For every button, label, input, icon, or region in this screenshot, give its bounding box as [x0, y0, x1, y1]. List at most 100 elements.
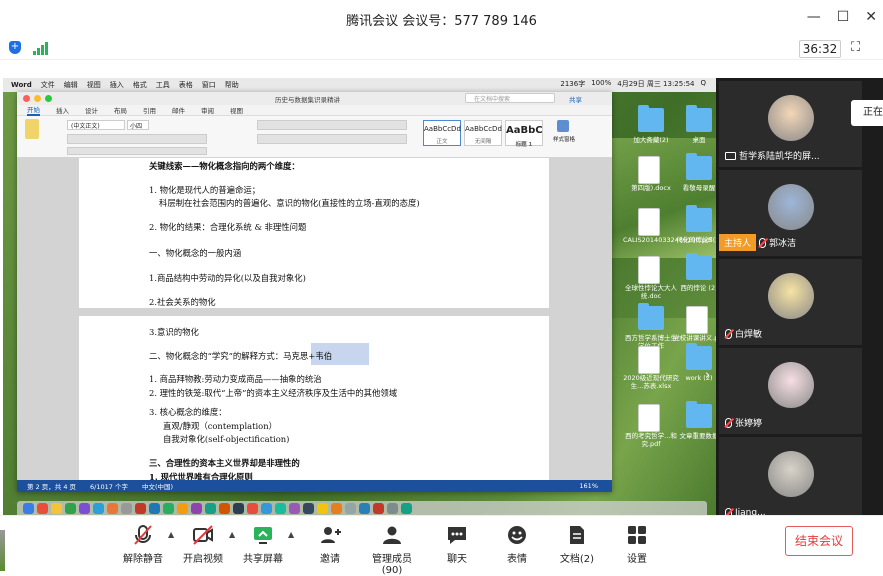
chevron-up-icon[interactable]: ▲ — [288, 530, 294, 539]
style-gallery-item[interactable]: AaBbCcDd 正文 — [423, 120, 461, 146]
toolbar-button[interactable]: 表情 — [487, 524, 547, 565]
chevron-up-icon[interactable]: ▲ — [168, 530, 174, 539]
document-file-icon[interactable] — [638, 156, 660, 184]
minimize-icon[interactable]: — — [807, 9, 821, 25]
dock-app-icon[interactable] — [37, 502, 48, 514]
document-file-icon[interactable] — [638, 256, 660, 284]
folder-icon[interactable] — [686, 105, 712, 132]
mac-menu-item[interactable]: 工具 — [156, 80, 170, 90]
dock-app-icon[interactable] — [65, 502, 76, 514]
toolbar-button[interactable]: 管理成员(90) — [362, 524, 422, 576]
document-line[interactable]: 2. 物化的结果：合理化系统 & 非理性问题 — [149, 221, 306, 233]
document-line[interactable]: 1. 现代世界唯有合理化原则 — [149, 471, 253, 480]
participant-tile[interactable]: 哲学系陆凯华的屏... — [719, 81, 862, 167]
document-file-icon[interactable] — [638, 208, 660, 236]
mac-menu-item[interactable]: 格式 — [133, 80, 147, 90]
dock-app-icon[interactable] — [289, 502, 300, 514]
dock-app-icon[interactable] — [261, 502, 272, 514]
maximize-icon[interactable]: ☐ — [837, 9, 850, 25]
dock-app-icon[interactable] — [219, 502, 230, 514]
network-signal-icon[interactable] — [33, 42, 48, 55]
document-line[interactable]: 2.社会关系的物化 — [149, 296, 216, 308]
word-tab[interactable]: 审阅 — [201, 105, 214, 115]
mac-menu-item[interactable]: 窗口 — [202, 80, 216, 90]
security-shield-icon[interactable]: + — [9, 41, 21, 54]
toolbar-button[interactable]: 共享屏幕 — [233, 524, 293, 565]
word-tab[interactable]: 视图 — [230, 105, 243, 115]
dock-app-icon[interactable] — [191, 502, 202, 514]
word-tab[interactable]: 插入 — [56, 105, 69, 115]
document-file-icon[interactable] — [686, 306, 708, 334]
toolbar-button[interactable]: 文档(2) — [547, 524, 607, 565]
minimize-dot-icon[interactable] — [34, 95, 41, 102]
document-line[interactable]: 3.意识的物化 — [149, 326, 199, 338]
word-tab[interactable]: 开始 — [27, 104, 40, 116]
mac-menu-item[interactable]: Word — [11, 81, 32, 89]
dock-app-icon[interactable] — [359, 502, 370, 514]
document-line[interactable]: 2. 理性的铁笼:取代“上帝”的资本主义经济秩序及生活中的其他领域 — [149, 387, 397, 399]
font-size-select[interactable]: 小四 — [127, 120, 149, 130]
style-pane-icon[interactable] — [557, 120, 569, 132]
font-color-buttons[interactable] — [67, 147, 207, 155]
dock-app-icon[interactable] — [163, 502, 174, 514]
dock-app-icon[interactable] — [23, 502, 34, 514]
zoom-dot-icon[interactable] — [45, 95, 52, 102]
paste-icon[interactable] — [25, 119, 39, 139]
dock-app-icon[interactable] — [233, 502, 244, 514]
document-line[interactable]: 关键线索——物化概念指向的两个维度： — [149, 160, 300, 172]
dock-app-icon[interactable] — [303, 502, 314, 514]
dock-app-icon[interactable] — [79, 502, 90, 514]
mac-menu-item[interactable]: 表格 — [179, 80, 193, 90]
dock-app-icon[interactable] — [149, 502, 160, 514]
document-line[interactable]: 一、物化概念的一般内涵 — [149, 247, 241, 259]
close-dot-icon[interactable] — [23, 95, 30, 102]
word-tab[interactable]: 邮件 — [172, 105, 185, 115]
folder-icon[interactable] — [686, 343, 712, 370]
document-area[interactable]: 关键线索——物化概念指向的两个维度： 1. 物化是现代人的普遍命运； 科层制在社会范… — [17, 158, 612, 480]
mac-menu-item[interactable]: 视图 — [87, 80, 101, 90]
mac-menu-item[interactable]: 插入 — [110, 80, 124, 90]
end-meeting-button[interactable]: 结束会议 — [785, 526, 853, 556]
dock-app-icon[interactable] — [401, 502, 412, 514]
participant-tile[interactable]: Jiang... — [719, 437, 862, 523]
close-icon[interactable]: ✕ — [865, 9, 877, 25]
document-line[interactable]: 1. 商品拜物教:劳动力变成商品——抽象的统治 — [149, 373, 322, 385]
style-gallery-item[interactable]: AaBbCcDd 无间隔 — [464, 120, 502, 146]
dock-app-icon[interactable] — [107, 502, 118, 514]
folder-icon[interactable] — [638, 303, 664, 330]
document-line[interactable]: 科层制在社会范围内的普遍化、意识的物化(直接性的立场-直观的态度) — [159, 197, 420, 209]
document-file-icon[interactable] — [638, 346, 660, 374]
word-share-button[interactable]: 共享 — [569, 94, 582, 104]
speaking-tab[interactable]: 正在 — [851, 100, 883, 126]
document-page[interactable]: 关键线索——物化概念指向的两个维度： 1. 物化是现代人的普遍命运； 科层制在社会范… — [79, 158, 549, 480]
mac-menu-item[interactable]: 编辑 — [64, 80, 78, 90]
document-line[interactable]: 3. 核心概念的维度： — [149, 406, 227, 418]
word-tab[interactable]: 引用 — [143, 105, 156, 115]
document-line[interactable]: 三、合理性的资本主义世界却是非理性的 — [149, 457, 300, 469]
dock-app-icon[interactable] — [135, 502, 146, 514]
dock-app-icon[interactable] — [247, 502, 258, 514]
word-tab[interactable]: 设计 — [85, 105, 98, 115]
font-name-select[interactable]: (中文正文) — [67, 120, 125, 130]
toolbar-button[interactable]: 设置 — [607, 524, 667, 565]
document-file-icon[interactable] — [638, 404, 660, 432]
folder-icon[interactable] — [686, 401, 712, 428]
fullscreen-icon[interactable]: ⛶ — [851, 40, 860, 55]
dock-app-icon[interactable] — [331, 502, 342, 514]
dock-app-icon[interactable] — [205, 502, 216, 514]
participant-tile[interactable]: 张婷婷 — [719, 348, 862, 434]
document-line[interactable]: 1. 物化是现代人的普遍命运； — [149, 184, 260, 196]
document-line[interactable]: 直观/静观（contemplation） — [163, 420, 277, 432]
chevron-up-icon[interactable]: ▲ — [229, 530, 235, 539]
dock-app-icon[interactable] — [275, 502, 286, 514]
folder-icon[interactable] — [638, 105, 664, 132]
dock-app-icon[interactable] — [345, 502, 356, 514]
dock-app-icon[interactable] — [387, 502, 398, 514]
folder-icon[interactable] — [686, 253, 712, 280]
folder-icon[interactable] — [686, 205, 712, 232]
mac-menu-item[interactable]: 文件 — [41, 80, 55, 90]
toolbar-button[interactable]: 解除静音 — [113, 524, 173, 565]
dock-app-icon[interactable] — [177, 502, 188, 514]
folder-icon[interactable] — [686, 153, 712, 180]
alignment-buttons[interactable] — [257, 134, 407, 144]
